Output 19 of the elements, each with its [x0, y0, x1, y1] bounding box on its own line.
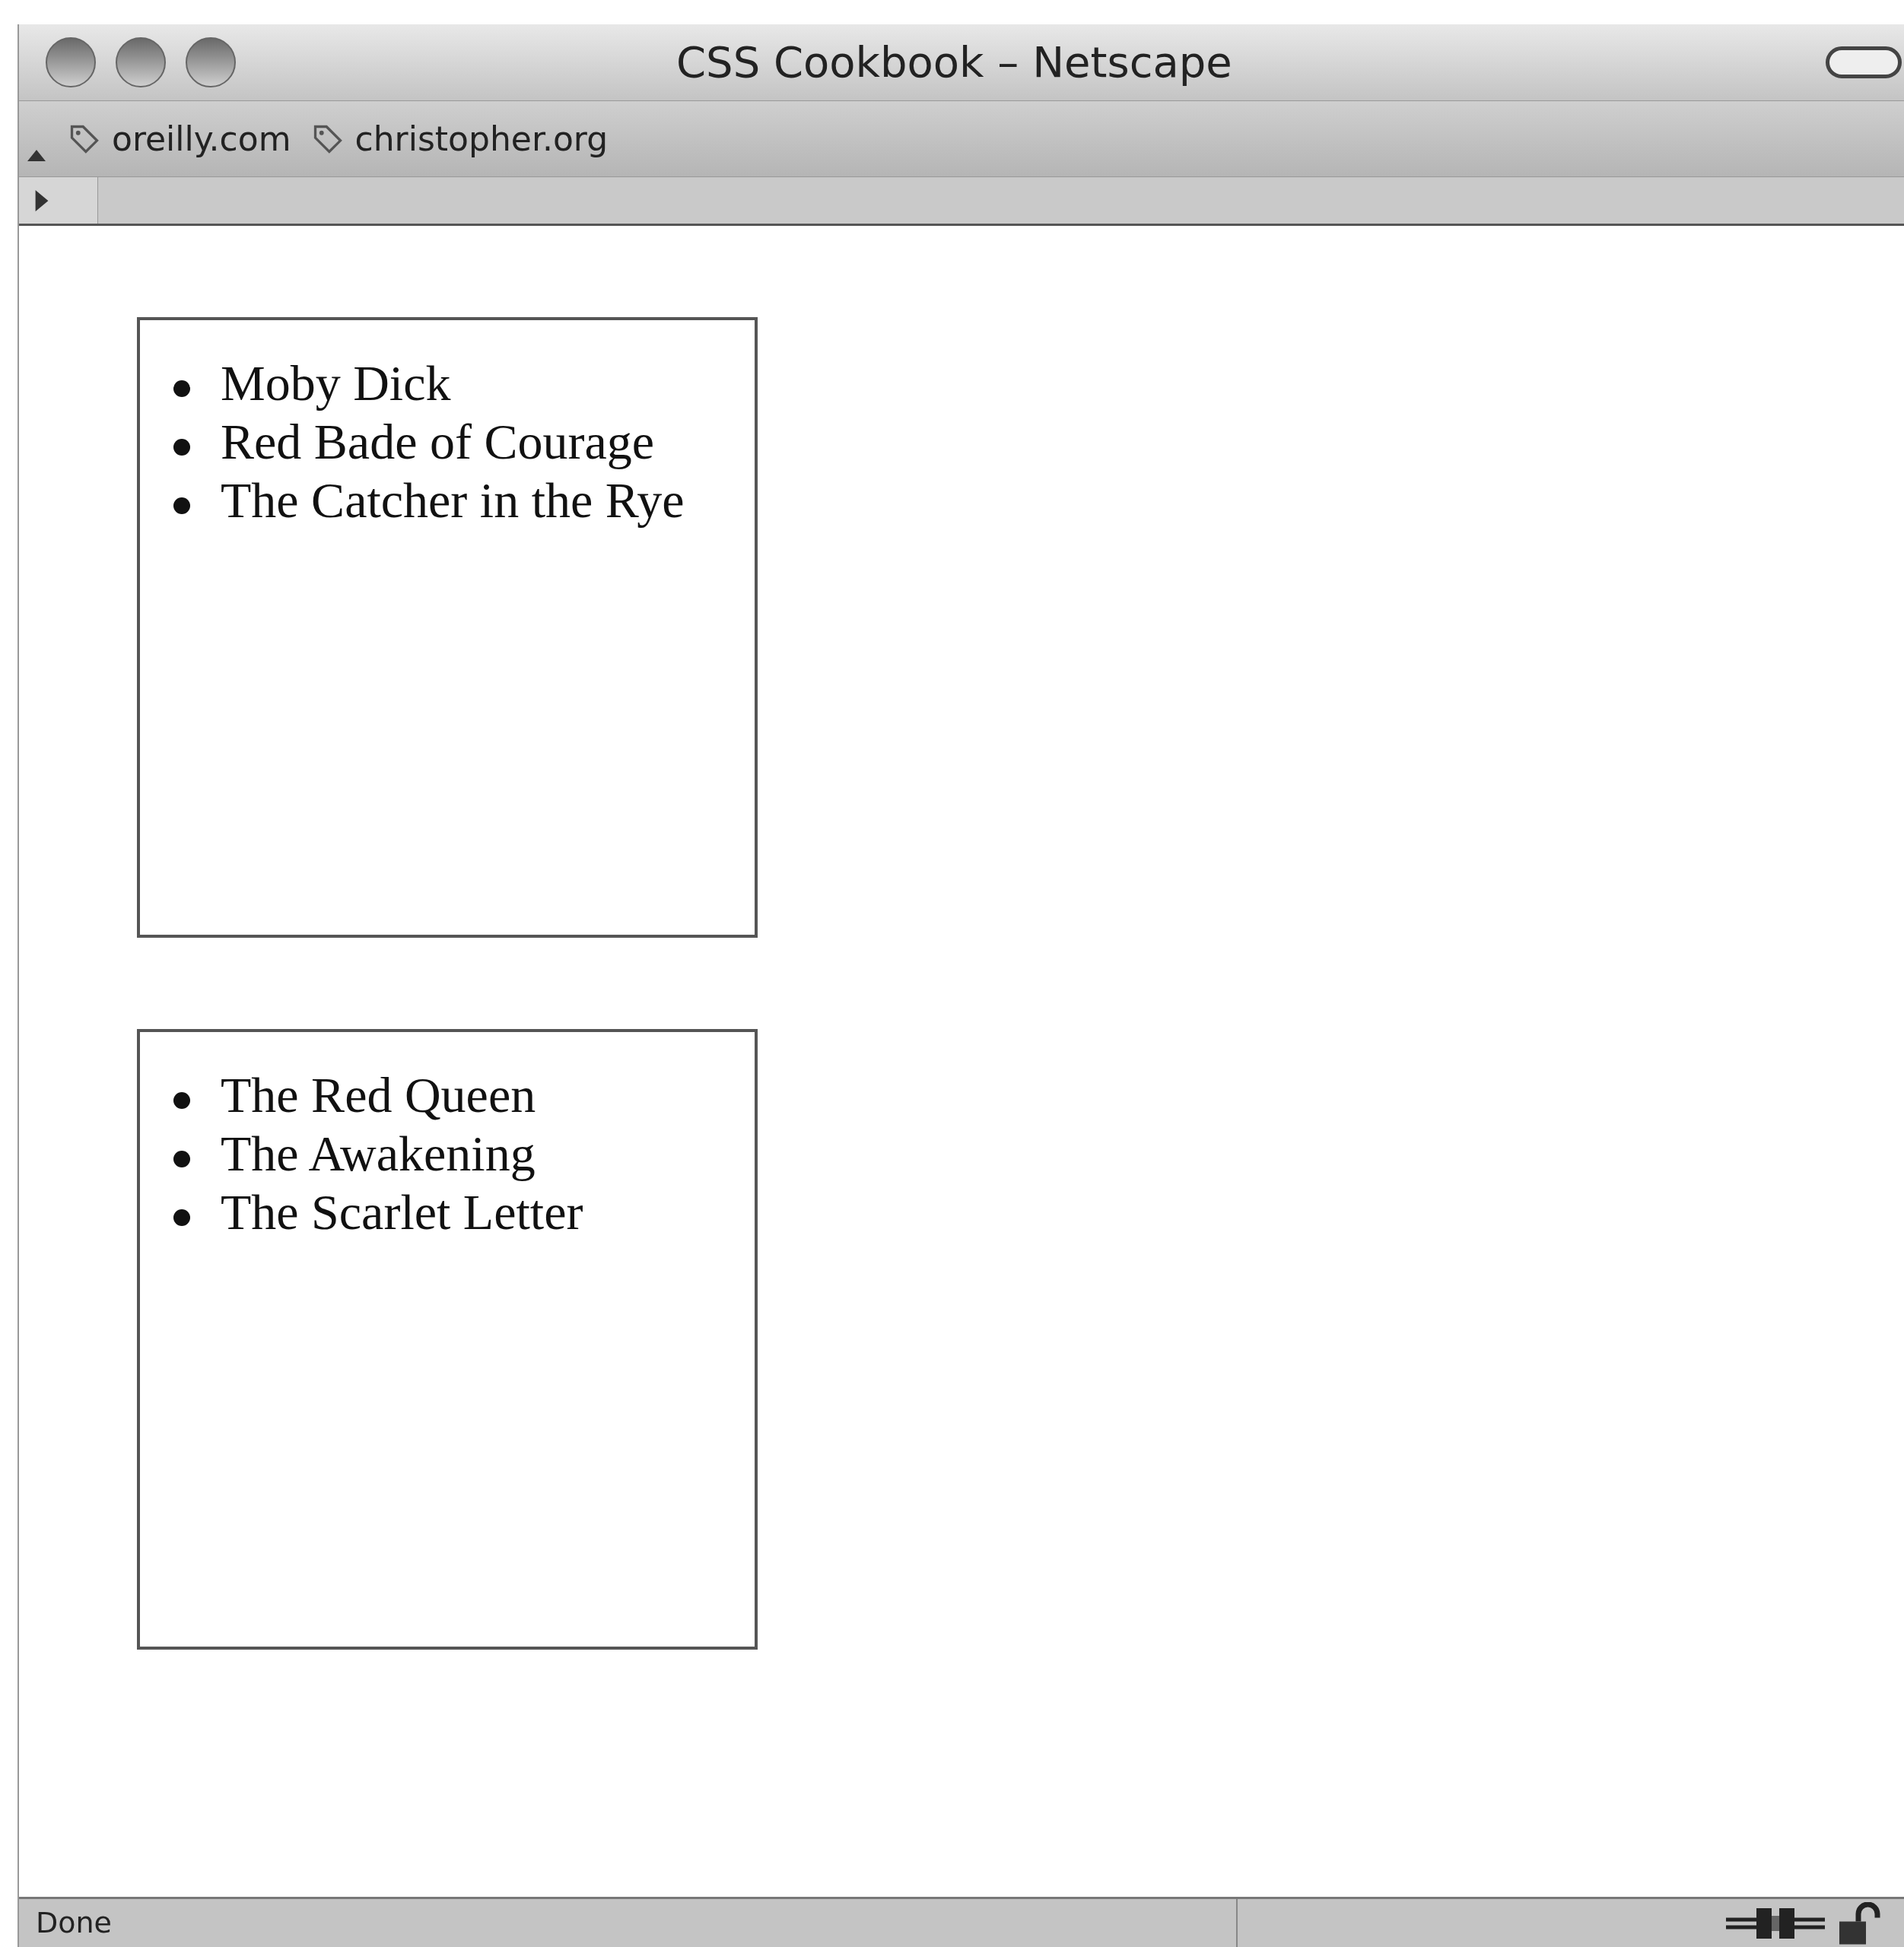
book-title: The Awakening [221, 1126, 536, 1181]
bookmark-link[interactable]: christopher.org [310, 113, 609, 164]
book-title: Red Bade of Courage [221, 414, 654, 469]
bullet-icon [173, 438, 190, 456]
status-text: Done [36, 1905, 112, 1941]
bullet-icon [173, 1091, 190, 1109]
book-title: The Red Queen [221, 1067, 536, 1123]
bullet-icon [173, 380, 190, 397]
toolbar-toggle-button[interactable] [1826, 46, 1902, 78]
bookmark-link[interactable]: oreilly.com [68, 113, 291, 164]
window-title: CSS Cookbook – Netscape [676, 37, 1232, 88]
bullet-icon [173, 497, 190, 514]
expand-toolbar-button[interactable] [19, 177, 98, 224]
book-title: The Catcher in the Rye [221, 472, 685, 528]
expand-icon [34, 189, 49, 211]
book-title: Moby Dick [221, 355, 451, 411]
book-title: The Scarlet Letter [221, 1184, 583, 1240]
bullet-icon [173, 1209, 190, 1226]
bullet-icon [173, 1150, 190, 1167]
